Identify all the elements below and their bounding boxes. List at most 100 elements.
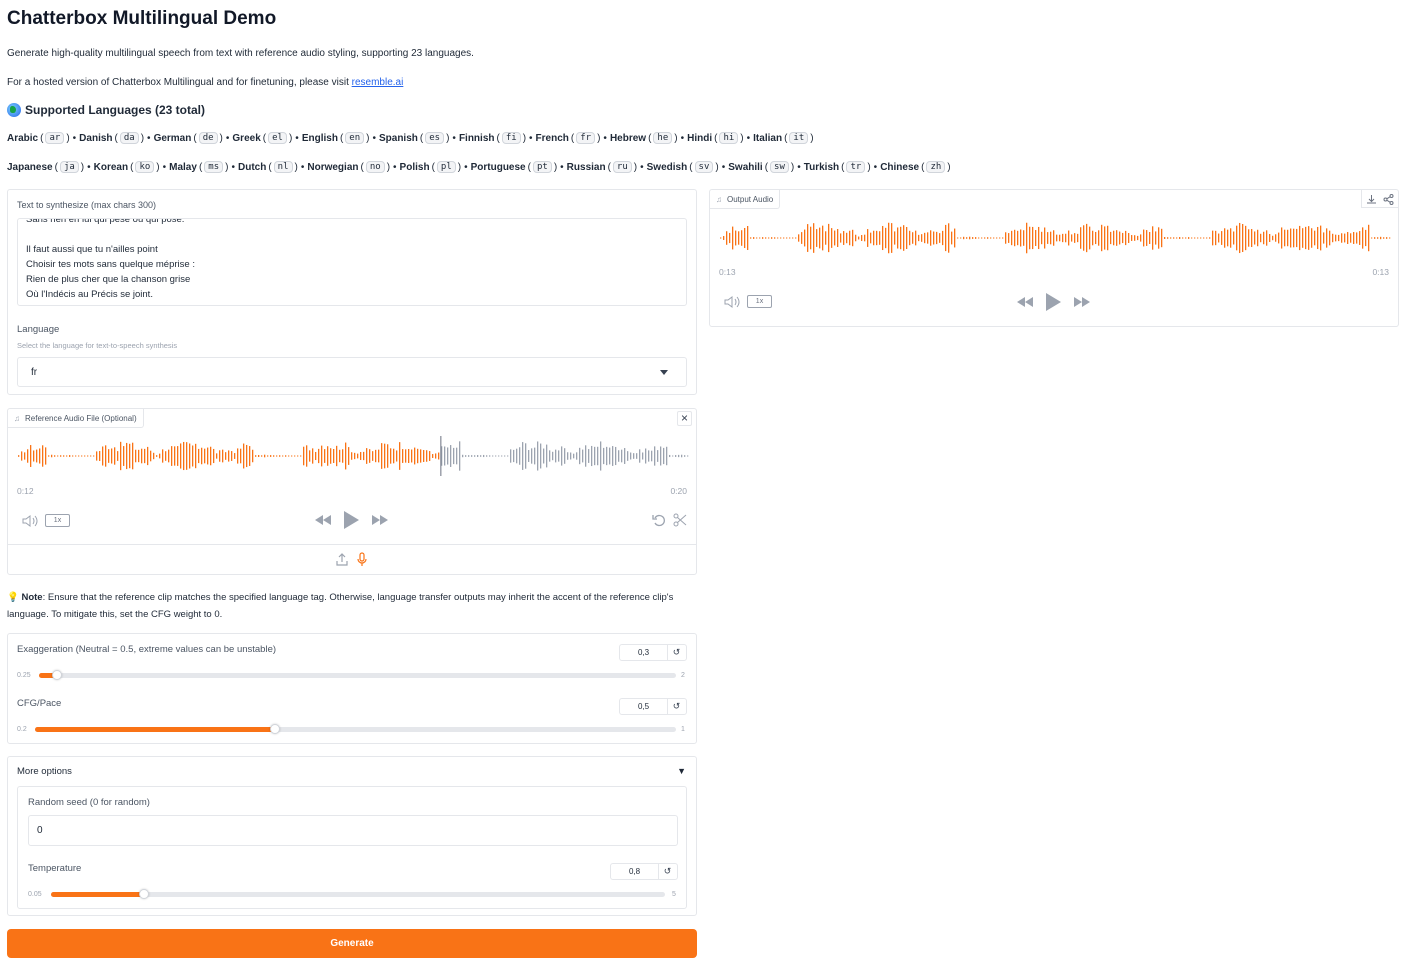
waveform-bar bbox=[612, 446, 614, 466]
exaggeration-slider[interactable] bbox=[39, 670, 676, 680]
output-time-total: 0:13 bbox=[1372, 267, 1389, 277]
waveform-bar bbox=[771, 237, 773, 239]
waveform-bar bbox=[1326, 228, 1328, 248]
waveform-bar bbox=[999, 237, 1001, 239]
temperature-handle[interactable] bbox=[139, 889, 150, 899]
waveform-bar bbox=[1038, 226, 1040, 250]
waveform-bar bbox=[843, 231, 845, 245]
trim-scissors-icon[interactable] bbox=[673, 513, 687, 527]
waveform-bar bbox=[39, 448, 41, 464]
language-code: ar bbox=[45, 132, 65, 144]
reference-waveform[interactable] bbox=[17, 436, 689, 476]
waveform-bar bbox=[255, 455, 257, 457]
waveform-bar bbox=[963, 236, 965, 240]
language-code: da bbox=[119, 132, 139, 144]
reset-icon[interactable]: ↺ bbox=[658, 864, 677, 879]
cfg-handle[interactable] bbox=[270, 724, 281, 734]
waveform-bar bbox=[678, 454, 680, 458]
paren: ( bbox=[527, 161, 531, 173]
language-dropdown[interactable]: fr bbox=[17, 357, 687, 387]
waveform-bar bbox=[1341, 233, 1343, 243]
separator: • bbox=[797, 161, 801, 173]
temperature-number-input[interactable]: 0,8 ↺ bbox=[610, 863, 678, 880]
more-options-header[interactable]: More options ▼ bbox=[8, 757, 696, 785]
upload-icon[interactable] bbox=[336, 553, 348, 566]
generate-button[interactable]: Generate bbox=[7, 929, 697, 958]
waveform-bar bbox=[1161, 228, 1163, 248]
text-input[interactable]: Sans rien en lui qui pèse ou qui pose. I… bbox=[17, 218, 687, 306]
fast-forward-icon[interactable] bbox=[371, 514, 389, 526]
paren: ( bbox=[419, 132, 424, 144]
reset-icon[interactable]: ↺ bbox=[667, 699, 686, 714]
waveform-bar bbox=[681, 454, 683, 458]
clear-audio-close-icon[interactable]: × bbox=[677, 411, 692, 426]
waveform-bar bbox=[1065, 233, 1067, 243]
waveform-bar bbox=[1002, 237, 1004, 239]
waveform-bar bbox=[240, 448, 242, 464]
playhead-cursor[interactable] bbox=[440, 436, 442, 476]
waveform-bar bbox=[1284, 229, 1286, 247]
waveform-bar bbox=[498, 455, 500, 457]
rewind-icon[interactable] bbox=[314, 514, 332, 526]
exaggeration-handle[interactable] bbox=[52, 670, 63, 680]
waveform-bar bbox=[342, 449, 344, 463]
waveform-bar bbox=[93, 455, 95, 457]
waveform-bar bbox=[1182, 237, 1184, 239]
waveform-bar bbox=[309, 450, 311, 462]
divider bbox=[8, 544, 696, 545]
waveform-bar bbox=[564, 448, 566, 464]
waveform-bar bbox=[627, 451, 629, 461]
waveform-bar bbox=[1281, 227, 1283, 249]
waveform-bar bbox=[1389, 237, 1391, 239]
cfg-value: 0,5 bbox=[620, 699, 668, 714]
language-name: Swedish bbox=[646, 161, 688, 173]
play-icon[interactable] bbox=[343, 510, 360, 530]
waveform-bar bbox=[501, 455, 503, 457]
waveform-bar bbox=[447, 447, 449, 465]
paren: ( bbox=[262, 132, 267, 144]
fast-forward-icon[interactable] bbox=[1073, 296, 1091, 308]
temperature-slider[interactable] bbox=[51, 889, 665, 899]
playback-speed-button[interactable]: 1x bbox=[45, 514, 70, 527]
text-line: Où l'Indécis au Précis se joint. bbox=[26, 289, 153, 300]
volume-icon[interactable] bbox=[724, 296, 740, 308]
separator: • bbox=[225, 132, 230, 144]
waveform-bar bbox=[372, 451, 374, 461]
waveform-bar bbox=[900, 226, 902, 250]
output-waveform[interactable] bbox=[719, 218, 1391, 258]
waveform-bar bbox=[390, 448, 392, 464]
waveform-bar bbox=[801, 232, 803, 244]
play-icon[interactable] bbox=[1045, 292, 1062, 312]
waveform-bar bbox=[984, 237, 986, 239]
waveform-bar bbox=[816, 229, 818, 247]
paren: ) bbox=[294, 161, 298, 173]
cfg-slider[interactable] bbox=[35, 724, 676, 734]
waveform-bar bbox=[96, 451, 98, 461]
rewind-icon[interactable] bbox=[1016, 296, 1034, 308]
waveform-bar bbox=[867, 229, 869, 247]
share-icon[interactable] bbox=[1383, 194, 1394, 205]
resemble-link[interactable]: resemble.ai bbox=[352, 77, 404, 88]
download-icon[interactable] bbox=[1366, 194, 1377, 205]
waveform-bar bbox=[102, 446, 104, 466]
waveform-bar bbox=[1260, 233, 1262, 243]
waveform-bar bbox=[174, 446, 176, 466]
microphone-icon[interactable] bbox=[357, 552, 367, 567]
waveform-bar bbox=[1224, 228, 1226, 248]
undo-icon[interactable] bbox=[652, 513, 666, 527]
waveform-bar bbox=[1242, 223, 1244, 253]
waveform-bar bbox=[822, 225, 824, 251]
text-line: Rien de plus cher que la chanson grise bbox=[26, 274, 191, 285]
cfg-number-input[interactable]: 0,5 ↺ bbox=[619, 698, 687, 715]
music-note-icon: ♫ bbox=[14, 414, 20, 423]
playback-speed-button[interactable]: 1x bbox=[747, 295, 772, 308]
seed-input[interactable]: 0 bbox=[28, 815, 678, 846]
waveform-bar bbox=[1173, 237, 1175, 239]
waveform-bar bbox=[135, 449, 137, 463]
language-value: fr bbox=[31, 367, 38, 378]
paren: ( bbox=[40, 132, 44, 144]
exaggeration-number-input[interactable]: 0,3 ↺ bbox=[619, 644, 687, 661]
volume-icon[interactable] bbox=[22, 515, 38, 527]
reset-icon[interactable]: ↺ bbox=[667, 645, 686, 660]
waveform-bar bbox=[114, 447, 116, 465]
